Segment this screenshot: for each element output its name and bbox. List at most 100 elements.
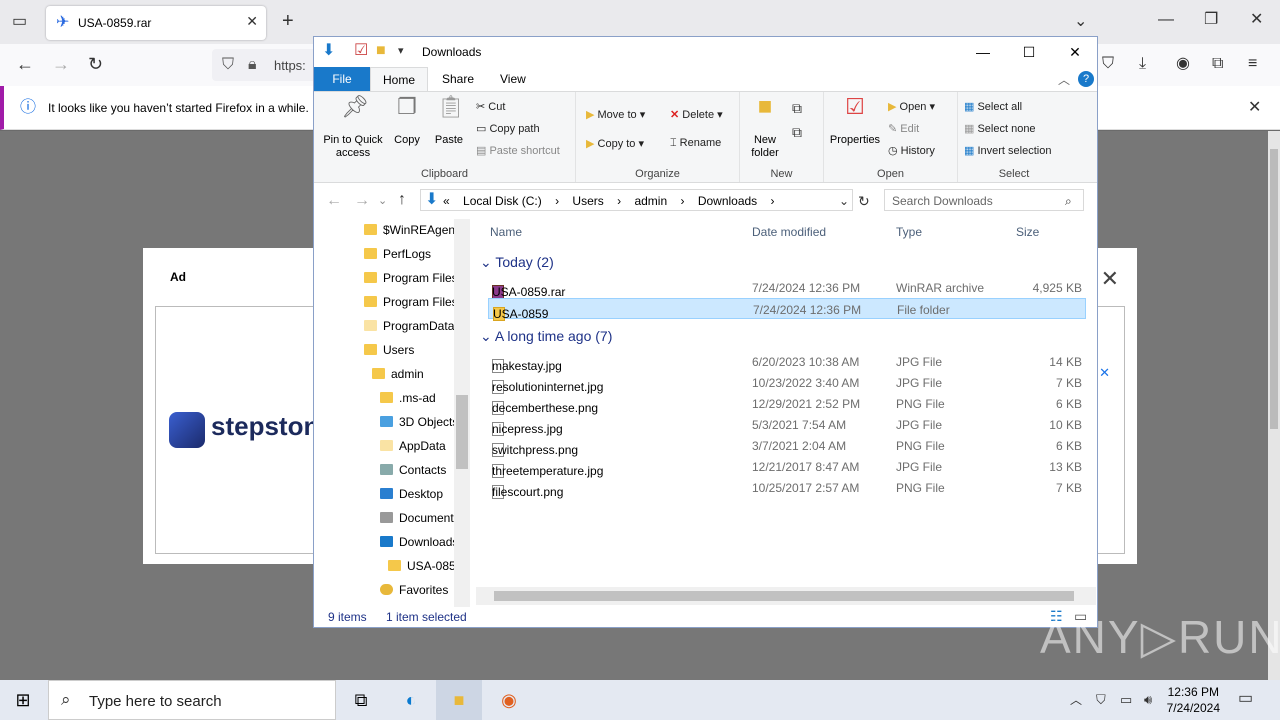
nav-item-favorites[interactable]: Favorites <box>380 579 448 601</box>
customize-qat-icon[interactable]: ▾ <box>398 43 404 59</box>
quick-access-download-icon[interactable]: ⬇ <box>322 43 335 59</box>
column-type[interactable]: Type <box>896 225 922 239</box>
new-folder-quick-icon[interactable]: ■ <box>376 43 386 59</box>
defender-icon[interactable]: ⛉ <box>1096 692 1106 708</box>
nav-item-winreagent[interactable]: $WinREAgent <box>364 219 458 241</box>
file-row[interactable]: makestay.jpg 6/20/2023 10:38 AM JPG File… <box>488 351 1086 373</box>
nav-item-appdata[interactable]: AppData <box>380 435 446 457</box>
breadcrumb-sep[interactable]: › <box>555 194 559 208</box>
nav-item-documents[interactable]: Documents <box>380 507 460 529</box>
explorer-close-icon[interactable]: ✕ <box>1052 37 1098 67</box>
properties-button[interactable]: ☑ Properties <box>828 96 882 147</box>
file-explorer-icon[interactable]: ■ <box>436 680 482 720</box>
column-date-modified[interactable]: Date modified <box>752 225 826 239</box>
breadcrumb-admin[interactable]: admin <box>634 194 667 208</box>
nav-item-desktop[interactable]: Desktop <box>380 483 443 505</box>
search-input[interactable]: Search Downloads ⌕ <box>884 189 1084 211</box>
explorer-minimize-icon[interactable]: — <box>960 37 1006 67</box>
browser-tab[interactable]: ✈ USA-0859.rar ✕ <box>46 6 266 40</box>
restore-icon[interactable]: ❐ <box>1204 12 1218 28</box>
move-to-button[interactable]: ▶ Move to ▾ <box>586 108 645 121</box>
address-bar[interactable]: ⬇ « Local Disk (C:) › Users › admin › Do… <box>420 189 853 211</box>
new-item-icon[interactable]: ⧉ <box>792 100 802 116</box>
breadcrumb-local-disk[interactable]: Local Disk (C:) <box>463 194 542 208</box>
breadcrumb-sep[interactable]: › <box>617 194 621 208</box>
group-old[interactable]: ⌄ A long time ago (7) <box>480 328 612 345</box>
open-button[interactable]: ▶ Open ▾ <box>888 100 935 113</box>
recent-locations-icon[interactable]: ⌄ <box>378 193 387 209</box>
volume-icon[interactable]: 🔊︎ <box>1144 692 1152 708</box>
nav-item-perflogs[interactable]: PerfLogs <box>364 243 431 265</box>
back-nav-icon[interactable]: ← <box>326 193 342 209</box>
page-scrollbar[interactable] <box>1268 131 1280 680</box>
task-view-icon[interactable]: ⧉ <box>338 680 384 720</box>
windows-start-icon[interactable]: ⊞ <box>0 680 46 720</box>
nav-item-users[interactable]: Users <box>364 339 414 361</box>
nav-item-downloads[interactable]: Downloads <box>380 531 458 553</box>
copy-button[interactable]: ❐ Copy <box>390 96 424 147</box>
forward-icon[interactable]: → <box>52 55 70 73</box>
network-icon[interactable]: ▭ <box>1120 692 1132 708</box>
forward-nav-icon[interactable]: → <box>354 193 370 209</box>
tab-view[interactable]: View <box>488 67 538 91</box>
explorer-maximize-icon[interactable]: ☐ <box>1006 37 1052 67</box>
properties-quick-icon[interactable]: ☑ <box>354 43 368 59</box>
close-tab-icon[interactable]: ✕ <box>246 13 258 30</box>
nav-item-program-files-x86[interactable]: Program Files <box>364 291 458 313</box>
nav-item-contacts[interactable]: Contacts <box>380 459 446 481</box>
paste-shortcut-button[interactable]: ▤ Paste shortcut <box>476 144 560 157</box>
column-name[interactable]: Name <box>490 225 522 239</box>
up-icon[interactable]: ↑ <box>398 192 406 208</box>
new-folder-button[interactable]: ■ New folder <box>744 95 786 160</box>
breadcrumb-sep[interactable]: › <box>771 194 775 208</box>
file-row[interactable]: switchpress.png 3/7/2021 2:04 AM PNG Fil… <box>488 435 1086 457</box>
help-icon[interactable]: ? <box>1078 71 1094 87</box>
pocket-icon[interactable]: ⛉ <box>1102 56 1114 72</box>
column-size[interactable]: Size <box>1016 225 1039 239</box>
menu-icon[interactable]: ≡ <box>1248 56 1257 72</box>
show-hidden-icons-icon[interactable]: ︿ <box>1070 692 1082 708</box>
tab-share[interactable]: Share <box>430 67 486 91</box>
paste-button[interactable]: 📋︎ Paste <box>432 96 466 147</box>
horizontal-scrollbar[interactable] <box>476 587 1096 605</box>
breadcrumb-users[interactable]: Users <box>572 194 603 208</box>
tab-file[interactable]: File <box>314 67 370 91</box>
firefox-icon[interactable]: ◉ <box>486 680 532 720</box>
refresh-icon[interactable]: ↻ <box>858 193 870 209</box>
file-row[interactable]: resolutioninternet.jpg 10/23/2022 3:40 A… <box>488 372 1086 394</box>
tab-home[interactable]: Home <box>370 67 429 91</box>
minimize-icon[interactable]: — <box>1158 12 1174 28</box>
nav-item-3d-objects[interactable]: 3D Objects <box>380 411 458 433</box>
pin-button[interactable]: 📌︎ Pin to Quick access <box>318 96 388 160</box>
rename-button[interactable]: ⌶ Rename <box>670 137 721 150</box>
select-all-button[interactable]: ▦ Select all <box>964 100 1022 113</box>
file-row[interactable]: filescourt.png 10/25/2017 2:57 AM PNG Fi… <box>488 477 1086 499</box>
delete-button[interactable]: ✕ Delete ▾ <box>670 108 723 121</box>
edge-icon[interactable]: ◐ <box>388 680 434 720</box>
easy-access-icon[interactable]: ⧉ <box>792 124 802 140</box>
cut-button[interactable]: ✂ Cut <box>476 100 505 113</box>
nav-item-program-files[interactable]: Program Files <box>364 267 458 289</box>
nav-item-admin[interactable]: admin <box>372 363 424 385</box>
copy-path-button[interactable]: ▭ Copy path <box>476 122 540 135</box>
ad-close-icon[interactable]: ✕ <box>1101 266 1119 292</box>
nav-scrollbar[interactable] <box>454 219 470 609</box>
copy-to-button[interactable]: ▶ Copy to ▾ <box>586 137 644 150</box>
invert-selection-button[interactable]: ▦ Invert selection <box>964 144 1051 157</box>
group-today[interactable]: ⌄ Today (2) <box>480 254 554 271</box>
address-dropdown-icon[interactable]: ⌄ <box>839 193 849 209</box>
close-window-icon[interactable]: ✕ <box>1250 12 1263 28</box>
notification-close-icon[interactable]: ✕ <box>1248 100 1261 116</box>
nav-item-programdata[interactable]: ProgramData <box>364 315 454 337</box>
extensions-icon[interactable]: ⧉ <box>1212 56 1223 72</box>
breadcrumb-downloads[interactable]: Downloads <box>698 194 757 208</box>
notifications-icon[interactable]: ▭ <box>1238 691 1253 707</box>
reload-icon[interactable]: ↻ <box>88 55 103 73</box>
taskbar-search[interactable]: ⌕ Type here to search <box>48 680 336 720</box>
breadcrumb-sep[interactable]: › <box>680 194 684 208</box>
file-row[interactable]: decemberthese.png 12/29/2021 2:52 PM PNG… <box>488 393 1086 415</box>
nav-item-usa-0859[interactable]: USA-0859 <box>388 555 462 577</box>
tab-list-icon[interactable]: ▭ <box>12 14 27 30</box>
downloads-icon[interactable]: ⤓ <box>1139 56 1146 72</box>
file-row[interactable]: threetemperature.jpg 12/21/2017 8:47 AM … <box>488 456 1086 478</box>
